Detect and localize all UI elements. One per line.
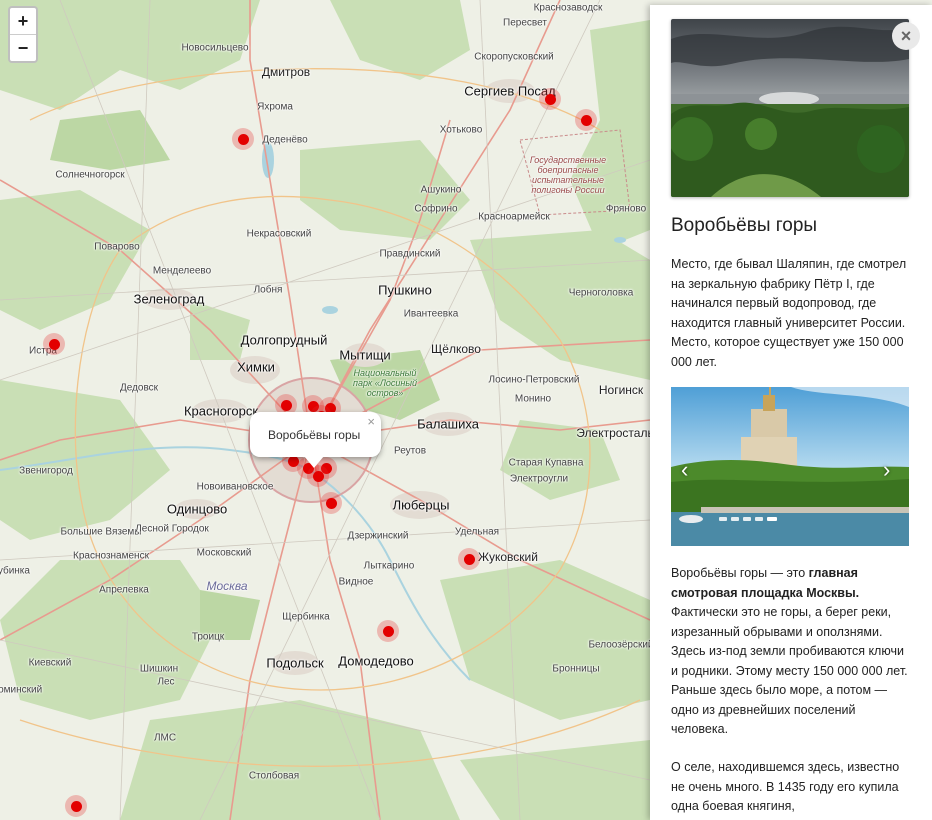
gallery-dot[interactable] <box>743 517 751 521</box>
map-marker[interactable] <box>377 620 399 642</box>
place-photo-main <box>671 19 909 197</box>
description-text-a: Воробьёвы горы — это <box>671 566 809 580</box>
popup-title: Воробьёвы горы <box>268 428 361 442</box>
zoom-control: + − <box>8 6 38 63</box>
place-intro: Место, где бывал Шаляпин, где смотрел на… <box>671 257 907 369</box>
university-photo <box>671 387 909 546</box>
zoom-out-button[interactable]: − <box>10 34 36 61</box>
place-title: Воробьёвы горы <box>671 215 818 236</box>
gallery-pagination <box>719 517 777 521</box>
gallery-prev-button[interactable]: ‹ <box>681 457 688 483</box>
panel-close-button[interactable]: × <box>892 22 920 50</box>
map-marker[interactable] <box>575 109 597 131</box>
marker-popup: Воробьёвы горы × <box>250 412 381 468</box>
map-marker[interactable] <box>307 465 329 487</box>
map-marker[interactable] <box>320 492 342 514</box>
place-description: Воробьёвы горы — это главная смотровая п… <box>671 564 911 740</box>
map-marker[interactable] <box>65 795 87 817</box>
map-marker[interactable] <box>539 88 561 110</box>
map-marker[interactable] <box>43 333 65 355</box>
photo-gallery: ‹ › <box>671 387 909 546</box>
zoom-in-button[interactable]: + <box>10 8 36 34</box>
gallery-dot[interactable] <box>731 517 739 521</box>
place-details-panel: × Воробьёвы горы Место, где бывал Шаляпи… <box>650 5 932 820</box>
popup-tip <box>304 456 324 468</box>
gallery-dot[interactable] <box>719 517 727 521</box>
popup-close-button[interactable]: × <box>367 414 375 429</box>
description-text-b: Фактически это не горы, а берег реки, из… <box>671 605 908 736</box>
gallery-dot-active[interactable] <box>767 517 777 521</box>
stadium-photo <box>671 19 909 197</box>
map-marker[interactable] <box>458 548 480 570</box>
gallery-next-button[interactable]: › <box>883 457 890 483</box>
map-marker[interactable] <box>232 128 254 150</box>
gallery-dot[interactable] <box>755 517 763 521</box>
place-history: О селе, находившемся здесь, известно не … <box>671 760 900 813</box>
